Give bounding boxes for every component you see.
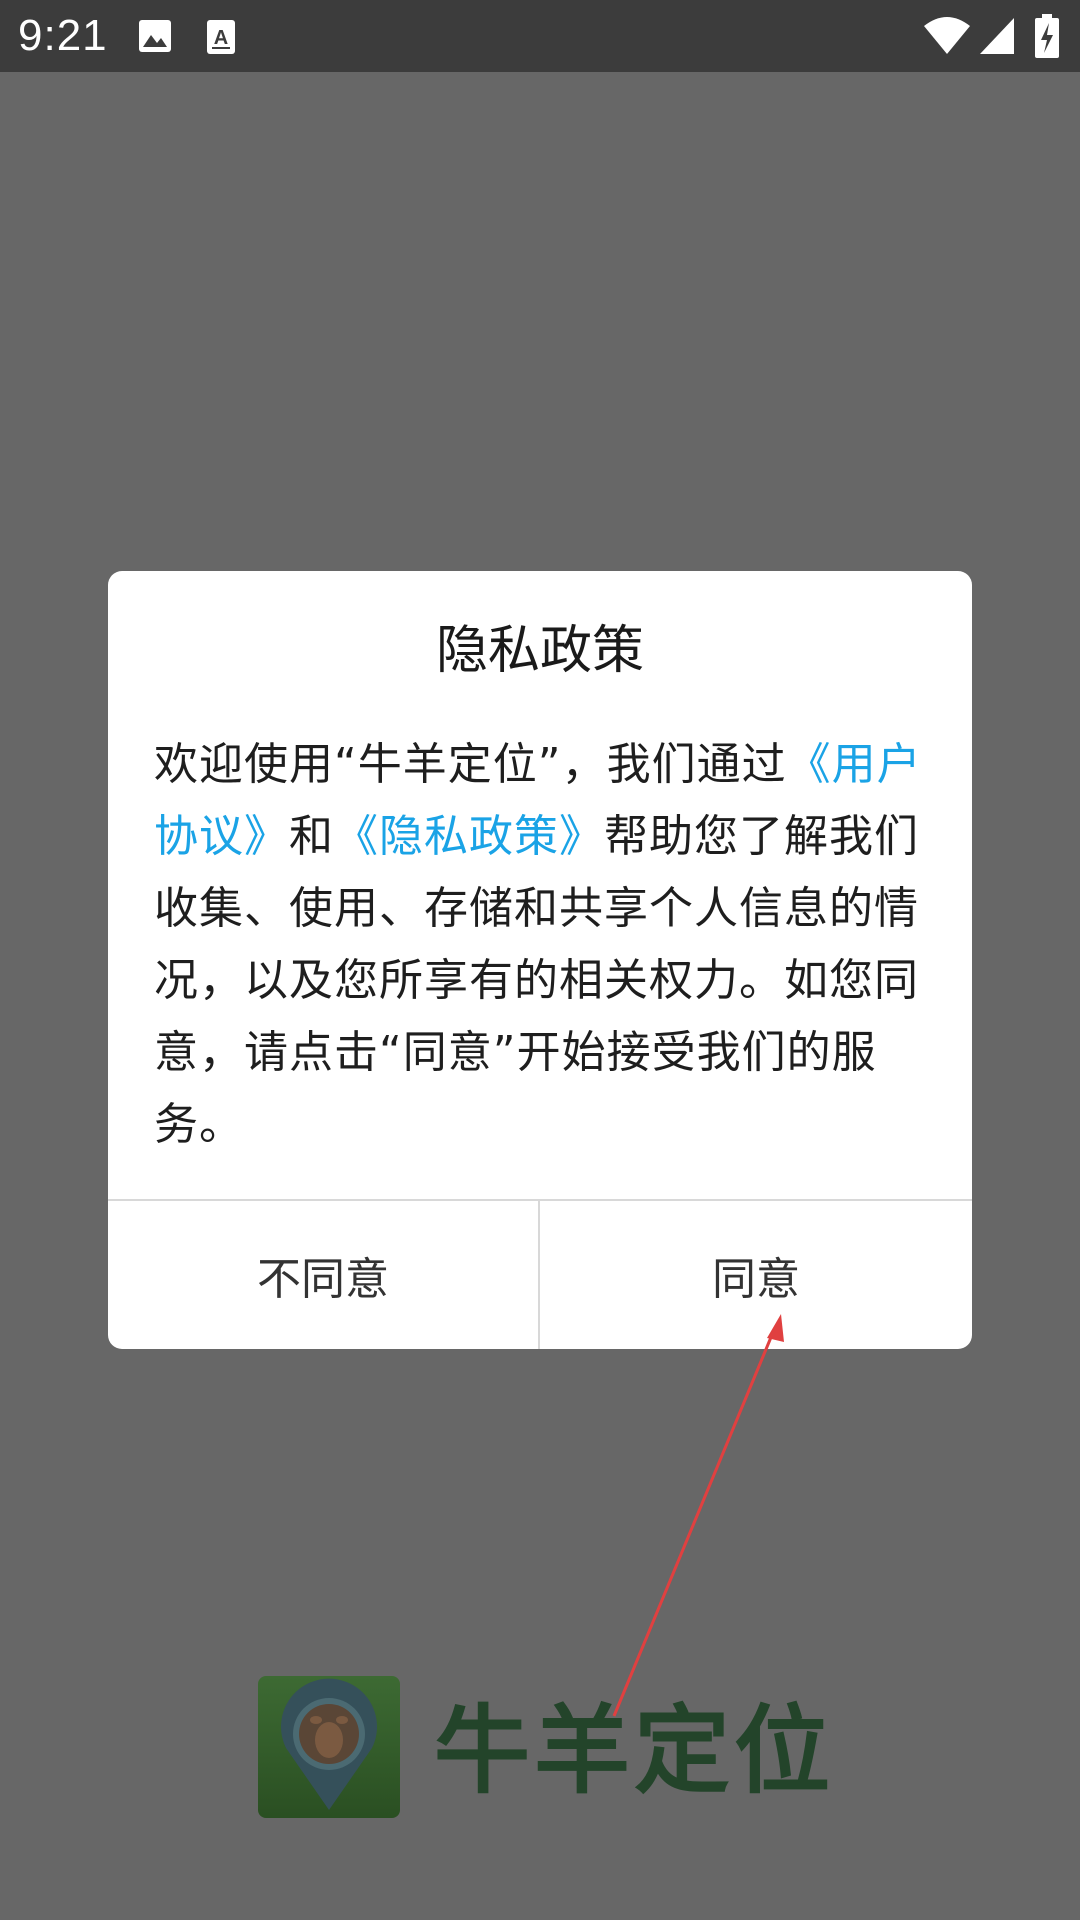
status-bar: 9:21 A xyxy=(0,0,1080,72)
privacy-dialog: 隐私政策 欢迎使用“牛羊定位”，我们通过《用户协议》和《隐私政策》帮助您了解我们… xyxy=(108,571,972,1349)
wifi-icon xyxy=(922,14,972,62)
cell-signal-icon xyxy=(978,14,1016,62)
body-text-and: 和 xyxy=(289,811,334,862)
battery-charging-icon xyxy=(1034,14,1060,64)
image-icon xyxy=(138,14,172,62)
status-time: 9:21 xyxy=(18,11,108,60)
text-a-icon: A xyxy=(206,14,236,62)
agree-button[interactable]: 同意 xyxy=(540,1201,972,1349)
brand-name: 牛羊定位 xyxy=(434,1695,834,1807)
dialog-body: 欢迎使用“牛羊定位”，我们通过《用户协议》和《隐私政策》帮助您了解我们收集、使用… xyxy=(154,729,934,1161)
app-logo xyxy=(258,1676,400,1818)
disagree-button[interactable]: 不同意 xyxy=(108,1201,538,1349)
screen: 9:21 A 牛羊定位 隐私政策 欢迎使用“牛羊定位”，我们通过《用户协议》和《… xyxy=(0,0,1080,1920)
privacy-policy-link[interactable]: 《隐私政策》 xyxy=(334,811,604,862)
dialog-title: 隐私政策 xyxy=(435,621,644,681)
splash-brand: 牛羊定位 xyxy=(258,1676,830,1818)
body-text-intro: 欢迎使用“牛羊定位”，我们通过 xyxy=(154,739,787,790)
svg-text:A: A xyxy=(214,27,228,49)
